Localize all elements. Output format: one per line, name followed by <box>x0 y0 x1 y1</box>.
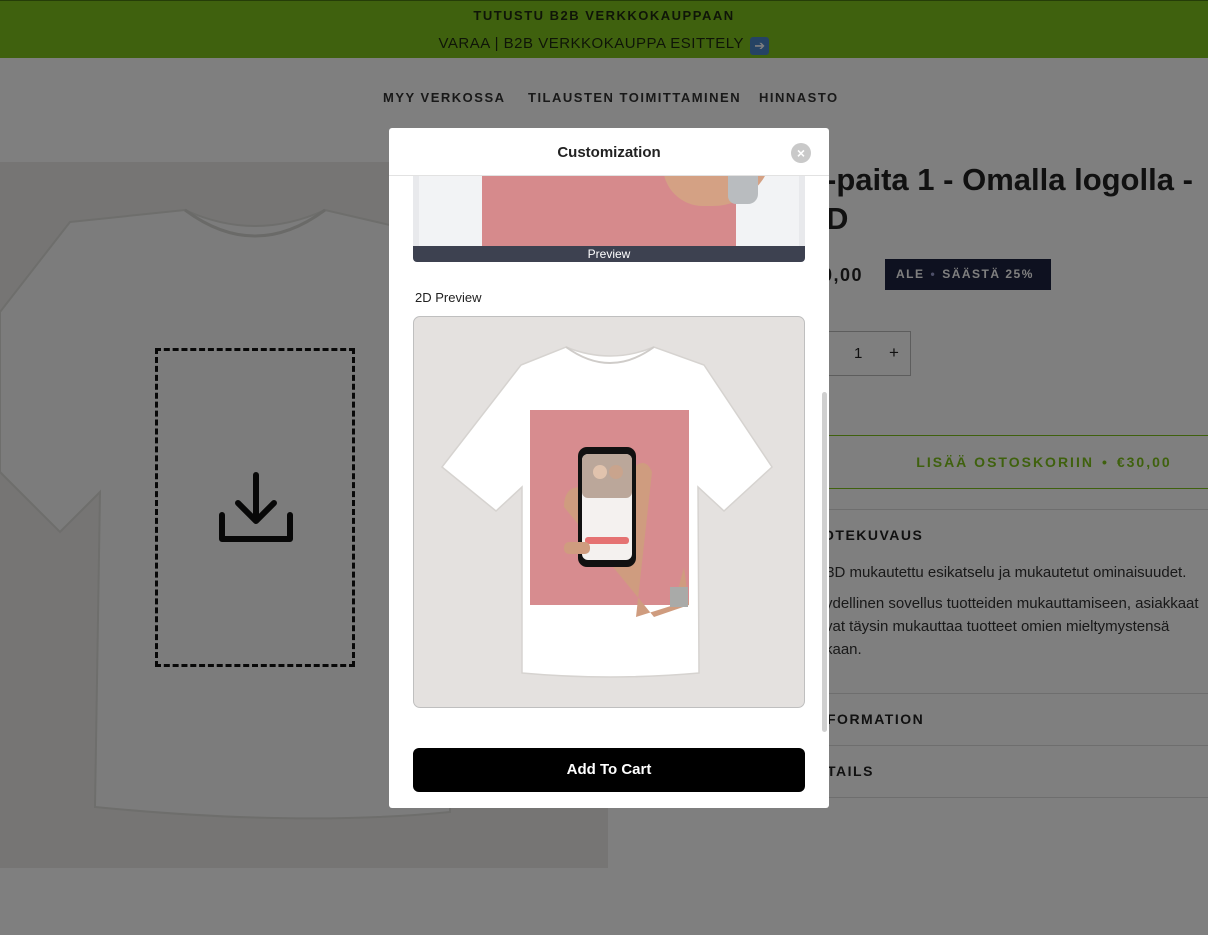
section-2d-preview-label: 2D Preview <box>415 290 482 305</box>
customization-modal: Customization × Preview 2D Preview Add T… <box>389 128 829 808</box>
preview-3d-panel[interactable]: Preview <box>413 176 805 262</box>
modal-header: Customization × <box>389 128 829 176</box>
preview-3d-sleeve <box>728 176 758 204</box>
modal-add-to-cart-button[interactable]: Add To Cart <box>413 748 805 792</box>
modal-scrollbar[interactable] <box>822 392 827 732</box>
preview-bar-label[interactable]: Preview <box>413 246 805 262</box>
modal-title: Customization <box>557 144 661 161</box>
tshirt-2d-preview <box>440 346 773 678</box>
preview-2d-image <box>413 316 805 708</box>
close-icon[interactable]: × <box>791 143 811 163</box>
